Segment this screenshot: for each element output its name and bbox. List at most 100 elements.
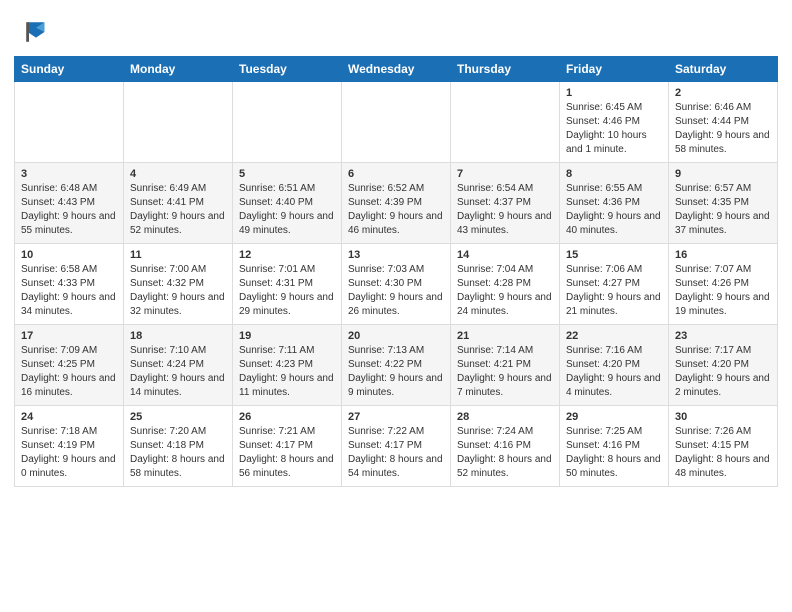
weekday-header-tuesday: Tuesday xyxy=(233,57,342,82)
day-number: 5 xyxy=(239,168,335,180)
day-number: 14 xyxy=(457,249,553,261)
day-number: 22 xyxy=(566,330,662,342)
day-info: Sunrise: 6:54 AM Sunset: 4:37 PM Dayligh… xyxy=(457,182,553,238)
day-info: Sunrise: 6:46 AM Sunset: 4:44 PM Dayligh… xyxy=(675,101,771,157)
logo-text xyxy=(22,18,56,46)
week-row-3: 10Sunrise: 6:58 AM Sunset: 4:33 PM Dayli… xyxy=(15,244,778,325)
day-cell: 20 Sunrise: 7:13 AM Sunset: 4:22 PM Dayli… xyxy=(342,325,451,406)
day-cell: 13 Sunrise: 7:03 AM Sunset: 4:30 PM Dayli… xyxy=(342,244,451,325)
day-info: Sunrise: 7:07 AM Sunset: 4:26 PM Dayligh… xyxy=(675,263,771,319)
day-number: 4 xyxy=(130,168,226,180)
day-number: 28 xyxy=(457,411,553,423)
weekday-header-sunday: Sunday xyxy=(15,57,124,82)
day-number: 15 xyxy=(566,249,662,261)
day-cell: 23 Sunrise: 7:17 AM Sunset: 4:20 PM Dayli… xyxy=(669,325,778,406)
day-number: 3 xyxy=(21,168,117,180)
day-info: Sunrise: 7:26 AM Sunset: 4:15 PM Dayligh… xyxy=(675,425,771,481)
day-info: Sunrise: 7:03 AM Sunset: 4:30 PM Dayligh… xyxy=(348,263,444,319)
weekday-header-friday: Friday xyxy=(560,57,669,82)
day-cell: 8 Sunrise: 6:55 AM Sunset: 4:36 PM Daylig… xyxy=(560,163,669,244)
day-info: Sunrise: 7:21 AM Sunset: 4:17 PM Dayligh… xyxy=(239,425,335,481)
day-info: Sunrise: 7:04 AM Sunset: 4:28 PM Dayligh… xyxy=(457,263,553,319)
day-cell xyxy=(233,82,342,163)
day-cell: 17Sunrise: 7:09 AM Sunset: 4:25 PM Dayli… xyxy=(15,325,124,406)
day-cell: 25 Sunrise: 7:20 AM Sunset: 4:18 PM Dayli… xyxy=(124,406,233,487)
day-cell xyxy=(342,82,451,163)
day-cell: 14 Sunrise: 7:04 AM Sunset: 4:28 PM Dayli… xyxy=(451,244,560,325)
day-cell: 28 Sunrise: 7:24 AM Sunset: 4:16 PM Dayli… xyxy=(451,406,560,487)
day-number: 25 xyxy=(130,411,226,423)
day-info: Sunrise: 7:24 AM Sunset: 4:16 PM Dayligh… xyxy=(457,425,553,481)
day-number: 10 xyxy=(21,249,117,261)
day-number: 6 xyxy=(348,168,444,180)
weekday-header-monday: Monday xyxy=(124,57,233,82)
day-info: Sunrise: 6:48 AM Sunset: 4:43 PM Dayligh… xyxy=(21,182,117,238)
day-cell: 12Sunrise: 7:01 AM Sunset: 4:31 PM Dayli… xyxy=(233,244,342,325)
day-number: 20 xyxy=(348,330,444,342)
day-number: 17 xyxy=(21,330,117,342)
day-number: 18 xyxy=(130,330,226,342)
day-info: Sunrise: 7:14 AM Sunset: 4:21 PM Dayligh… xyxy=(457,344,553,400)
day-info: Sunrise: 7:16 AM Sunset: 4:20 PM Dayligh… xyxy=(566,344,662,400)
day-number: 27 xyxy=(348,411,444,423)
day-cell: 18Sunrise: 7:10 AM Sunset: 4:24 PM Dayli… xyxy=(124,325,233,406)
day-info: Sunrise: 7:22 AM Sunset: 4:17 PM Dayligh… xyxy=(348,425,444,481)
day-number: 9 xyxy=(675,168,771,180)
weekday-header-row: SundayMondayTuesdayWednesdayThursdayFrid… xyxy=(15,57,778,82)
day-cell xyxy=(451,82,560,163)
day-cell xyxy=(124,82,233,163)
day-cell xyxy=(15,82,124,163)
day-info: Sunrise: 7:13 AM Sunset: 4:22 PM Dayligh… xyxy=(348,344,444,400)
day-info: Sunrise: 7:17 AM Sunset: 4:20 PM Dayligh… xyxy=(675,344,771,400)
day-number: 19 xyxy=(239,330,335,342)
week-row-2: 3 Sunrise: 6:48 AM Sunset: 4:43 PM Daylig… xyxy=(15,163,778,244)
day-info: Sunrise: 6:55 AM Sunset: 4:36 PM Dayligh… xyxy=(566,182,662,238)
day-number: 7 xyxy=(457,168,553,180)
day-number: 8 xyxy=(566,168,662,180)
day-cell: 7 Sunrise: 6:54 AM Sunset: 4:37 PM Daylig… xyxy=(451,163,560,244)
logo-icon xyxy=(22,18,50,46)
day-cell: 22 Sunrise: 7:16 AM Sunset: 4:20 PM Dayli… xyxy=(560,325,669,406)
week-row-1: 1Sunrise: 6:45 AM Sunset: 4:46 PM Daylig… xyxy=(15,82,778,163)
day-info: Sunrise: 7:11 AM Sunset: 4:23 PM Dayligh… xyxy=(239,344,335,400)
day-info: Sunrise: 6:51 AM Sunset: 4:40 PM Dayligh… xyxy=(239,182,335,238)
day-number: 30 xyxy=(675,411,771,423)
day-number: 16 xyxy=(675,249,771,261)
day-cell: 27 Sunrise: 7:22 AM Sunset: 4:17 PM Dayli… xyxy=(342,406,451,487)
day-number: 29 xyxy=(566,411,662,423)
day-cell: 10Sunrise: 6:58 AM Sunset: 4:33 PM Dayli… xyxy=(15,244,124,325)
day-info: Sunrise: 6:49 AM Sunset: 4:41 PM Dayligh… xyxy=(130,182,226,238)
weekday-header-thursday: Thursday xyxy=(451,57,560,82)
day-info: Sunrise: 7:18 AM Sunset: 4:19 PM Dayligh… xyxy=(21,425,117,481)
day-cell: 19 Sunrise: 7:11 AM Sunset: 4:23 PM Dayli… xyxy=(233,325,342,406)
day-info: Sunrise: 6:57 AM Sunset: 4:35 PM Dayligh… xyxy=(675,182,771,238)
day-number: 23 xyxy=(675,330,771,342)
weekday-header-wednesday: Wednesday xyxy=(342,57,451,82)
day-cell: 6 Sunrise: 6:52 AM Sunset: 4:39 PM Daylig… xyxy=(342,163,451,244)
day-cell: 26Sunrise: 7:21 AM Sunset: 4:17 PM Dayli… xyxy=(233,406,342,487)
day-info: Sunrise: 6:52 AM Sunset: 4:39 PM Dayligh… xyxy=(348,182,444,238)
day-number: 21 xyxy=(457,330,553,342)
week-row-4: 17Sunrise: 7:09 AM Sunset: 4:25 PM Dayli… xyxy=(15,325,778,406)
day-number: 13 xyxy=(348,249,444,261)
day-info: Sunrise: 7:20 AM Sunset: 4:18 PM Dayligh… xyxy=(130,425,226,481)
day-cell: 3 Sunrise: 6:48 AM Sunset: 4:43 PM Daylig… xyxy=(15,163,124,244)
day-cell: 2 Sunrise: 6:46 AM Sunset: 4:44 PM Daylig… xyxy=(669,82,778,163)
day-number: 11 xyxy=(130,249,226,261)
day-cell: 11Sunrise: 7:00 AM Sunset: 4:32 PM Dayli… xyxy=(124,244,233,325)
day-cell: 1Sunrise: 6:45 AM Sunset: 4:46 PM Daylig… xyxy=(560,82,669,163)
day-number: 24 xyxy=(21,411,117,423)
header xyxy=(0,0,792,56)
day-cell: 5 Sunrise: 6:51 AM Sunset: 4:40 PM Daylig… xyxy=(233,163,342,244)
day-cell: 15Sunrise: 7:06 AM Sunset: 4:27 PM Dayli… xyxy=(560,244,669,325)
day-cell: 16 Sunrise: 7:07 AM Sunset: 4:26 PM Dayli… xyxy=(669,244,778,325)
day-cell: 9 Sunrise: 6:57 AM Sunset: 4:35 PM Daylig… xyxy=(669,163,778,244)
day-cell: 21 Sunrise: 7:14 AM Sunset: 4:21 PM Dayli… xyxy=(451,325,560,406)
calendar: SundayMondayTuesdayWednesdayThursdayFrid… xyxy=(0,56,792,612)
day-cell: 24 Sunrise: 7:18 AM Sunset: 4:19 PM Dayli… xyxy=(15,406,124,487)
day-number: 1 xyxy=(566,87,662,99)
calendar-table: SundayMondayTuesdayWednesdayThursdayFrid… xyxy=(14,56,778,487)
day-cell: 30 Sunrise: 7:26 AM Sunset: 4:15 PM Dayli… xyxy=(669,406,778,487)
day-info: Sunrise: 7:25 AM Sunset: 4:16 PM Dayligh… xyxy=(566,425,662,481)
day-number: 2 xyxy=(675,87,771,99)
